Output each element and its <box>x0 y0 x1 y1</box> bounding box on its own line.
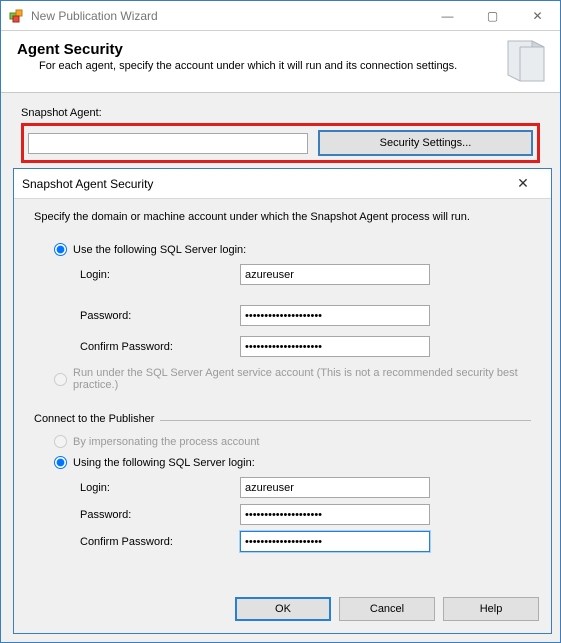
snapshot-agent-label: Snapshot Agent: <box>21 107 540 119</box>
login-label: Login: <box>80 269 240 281</box>
highlight-box: Security Settings... <box>21 123 540 163</box>
window-title: New Publication Wizard <box>31 9 425 23</box>
connect-publisher-section-label: Connect to the Publisher <box>34 413 154 425</box>
radio-agent-service-account: Run under the SQL Server Agent service a… <box>54 367 531 391</box>
wizard-window: New Publication Wizard — ▢ ✕ Agent Secur… <box>0 0 561 643</box>
radio-use-sql-login-input[interactable] <box>54 243 67 256</box>
publisher-password-input[interactable] <box>240 504 430 525</box>
wizard-header: Agent Security For each agent, specify t… <box>1 31 560 93</box>
radio-use-sql-login[interactable]: Use the following SQL Server login: <box>54 243 531 256</box>
radio-impersonate: By impersonating the process account <box>54 435 531 448</box>
publisher-password-label: Password: <box>80 509 240 521</box>
radio-agent-service-account-input <box>54 373 67 386</box>
maximize-button[interactable]: ▢ <box>470 1 515 30</box>
radio-impersonate-label: By impersonating the process account <box>73 436 260 448</box>
radio-impersonate-input <box>54 435 67 448</box>
close-button[interactable]: ✕ <box>515 1 560 30</box>
minimize-button[interactable]: — <box>425 1 470 30</box>
login-input[interactable] <box>240 264 430 285</box>
snapshot-agent-input[interactable] <box>28 133 308 154</box>
page-subtitle: For each agent, specify the account unde… <box>39 60 544 72</box>
radio-use-sql-login-label: Use the following SQL Server login: <box>73 244 246 256</box>
wizard-icon <box>9 8 25 24</box>
radio-publisher-sql-login-label: Using the following SQL Server login: <box>73 457 255 469</box>
publisher-confirm-password-input[interactable] <box>240 531 430 552</box>
publisher-login-input[interactable] <box>240 477 430 498</box>
dialog-close-button[interactable]: ✕ <box>503 175 543 192</box>
password-input[interactable] <box>240 305 430 326</box>
publisher-confirm-password-label: Confirm Password: <box>80 536 240 548</box>
window-titlebar: New Publication Wizard — ▢ ✕ <box>1 1 560 31</box>
dialog-button-bar: OK Cancel Help <box>14 589 551 633</box>
password-label: Password: <box>80 310 240 322</box>
dialog-title: Snapshot Agent Security <box>22 177 503 191</box>
publisher-login-label: Login: <box>80 482 240 494</box>
cancel-button[interactable]: Cancel <box>339 597 435 621</box>
security-settings-button[interactable]: Security Settings... <box>318 130 533 156</box>
header-graphic-icon <box>502 37 550 85</box>
dialog-description: Specify the domain or machine account un… <box>34 211 531 223</box>
help-button[interactable]: Help <box>443 597 539 621</box>
confirm-password-label: Confirm Password: <box>80 341 240 353</box>
snapshot-agent-security-dialog: Snapshot Agent Security ✕ Specify the do… <box>13 168 552 634</box>
radio-publisher-sql-login-input[interactable] <box>54 456 67 469</box>
dialog-titlebar: Snapshot Agent Security ✕ <box>14 169 551 199</box>
section-divider <box>160 420 531 421</box>
confirm-password-input[interactable] <box>240 336 430 357</box>
ok-button[interactable]: OK <box>235 597 331 621</box>
page-title: Agent Security <box>17 41 544 58</box>
radio-agent-service-account-label: Run under the SQL Server Agent service a… <box>73 367 531 391</box>
radio-publisher-sql-login[interactable]: Using the following SQL Server login: <box>54 456 531 469</box>
